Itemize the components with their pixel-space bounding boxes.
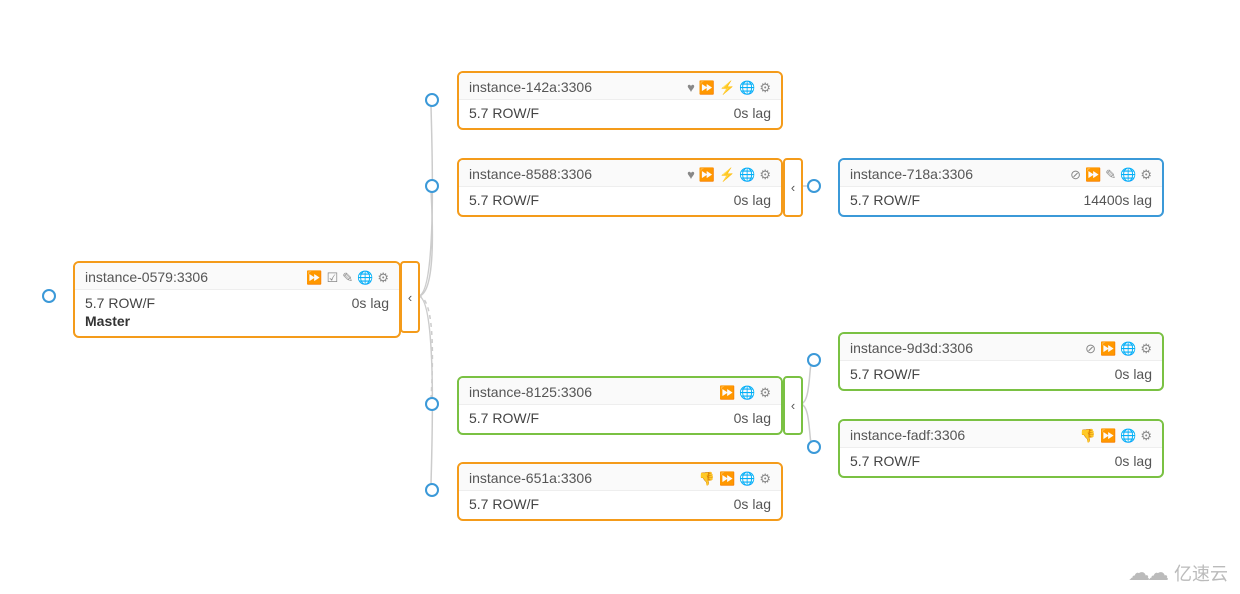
node-651a[interactable]: instance-651a:3306 👎 ⏩ 🌐 ⚙ 5.7 ROW/F 0s lag [457,462,783,521]
node-title: instance-0579:3306 [85,269,208,285]
node-142a[interactable]: instance-142a:3306 ♥ ⏩ ⚡ 🌐 ⚙ 5.7 ROW/F 0s la… [457,71,783,130]
node-718a[interactable]: instance-718a:3306 ⊘ ⏩ ✎ 🌐 ⚙ 5.7 ROW/F 14400… [838,158,1164,217]
node-version: 5.7 ROW/F [850,453,920,469]
gear-icon[interactable]: ⚙ [1140,342,1152,355]
node-8125[interactable]: instance-8125:3306 ⏩ 🌐 ⚙ 5.7 ROW/F 0s lag [457,376,783,435]
node-master[interactable]: instance-0579:3306 ⏩ ☑✎ 🌐 ⚙ 5.7 ROW/F Maste… [73,261,401,338]
chevron-left-icon: ‹ [791,398,795,413]
gear-icon[interactable]: ⚙ [759,472,771,485]
anchor-dot [425,93,439,107]
forward-icon[interactable]: ⏩ [699,81,715,94]
forward-icon[interactable]: ⏩ [719,386,735,399]
forward-icon[interactable]: ⏩ [1100,429,1116,442]
node-icons[interactable]: ⏩ ☑✎ 🌐 ⚙ [306,271,389,284]
node-title: instance-9d3d:3306 [850,340,973,356]
thumbs-down-icon[interactable]: 👎 [699,472,715,485]
node-fadf[interactable]: instance-fadf:3306 👎 ⏩ 🌐 ⚙ 5.7 ROW/F 0s lag [838,419,1164,478]
forward-icon[interactable]: ⏩ [1100,342,1116,355]
pencil-icon[interactable]: ✎ [342,271,353,284]
forward-icon[interactable]: ⏩ [699,168,715,181]
downtime-icon[interactable]: ⚡ [719,81,735,94]
anchor-dot [807,353,821,367]
anchor-dot [807,440,821,454]
node-icons[interactable]: ⊘ ⏩ 🌐 ⚙ [1085,342,1152,355]
stop-icon[interactable]: ⊘ [1070,168,1081,181]
node-lag: 0s lag [352,295,389,311]
node-lag: 0s lag [1115,366,1152,382]
node-title: instance-fadf:3306 [850,427,965,443]
chevron-left-icon: ‹ [408,290,412,305]
node-version: 5.7 ROW/F [469,192,539,208]
gear-icon[interactable]: ⚙ [759,81,771,94]
node-version: 5.7 ROW/F [469,496,539,512]
watermark: ☁☁ 亿速云 [1128,560,1228,586]
node-icons[interactable]: 👎 ⏩ 🌐 ⚙ [699,472,771,485]
node-lag: 14400s lag [1083,192,1152,208]
watermark-text: 亿速云 [1174,560,1228,586]
anchor-dot [425,179,439,193]
node-icons[interactable]: ♥ ⏩ ⚡ 🌐 ⚙ [687,168,771,181]
node-icons[interactable]: ⏩ 🌐 ⚙ [719,386,771,399]
node-lag: 0s lag [1115,453,1152,469]
globe-icon[interactable]: 🌐 [739,168,755,181]
cloud-icon: ☁☁ [1128,560,1166,586]
gear-icon[interactable]: ⚙ [759,168,771,181]
anchor-dot [425,483,439,497]
thumbs-down-icon[interactable]: 👎 [1080,429,1096,442]
globe-icon[interactable]: 🌐 [1120,342,1136,355]
check-edit-icon[interactable]: ☑ [327,271,339,284]
anchor-dot [42,289,56,303]
node-version: 5.7 ROW/F [469,105,539,121]
node-9d3d[interactable]: instance-9d3d:3306 ⊘ ⏩ 🌐 ⚙ 5.7 ROW/F 0s lag [838,332,1164,391]
gear-icon[interactable]: ⚙ [1140,168,1152,181]
forward-icon[interactable]: ⏩ [306,271,322,284]
node-role: Master [85,313,155,329]
forward-icon[interactable]: ⏩ [1085,168,1101,181]
stop-icon[interactable]: ⊘ [1085,342,1096,355]
globe-icon[interactable]: 🌐 [739,386,755,399]
globe-icon[interactable]: 🌐 [739,472,755,485]
node-title: instance-8125:3306 [469,384,592,400]
node-icons[interactable]: 👎 ⏩ 🌐 ⚙ [1080,429,1152,442]
collapse-toggle[interactable]: ‹ [400,261,420,333]
node-title: instance-8588:3306 [469,166,592,182]
collapse-toggle[interactable]: ‹ [783,376,803,435]
node-version: 5.7 ROW/F [469,410,539,426]
node-title: instance-142a:3306 [469,79,592,95]
globe-icon[interactable]: 🌐 [357,271,373,284]
node-lag: 0s lag [734,410,771,426]
node-version: 5.7 ROW/F [850,366,920,382]
forward-icon[interactable]: ⏩ [719,472,735,485]
heart-icon[interactable]: ♥ [687,168,695,181]
node-title: instance-718a:3306 [850,166,973,182]
node-icons[interactable]: ♥ ⏩ ⚡ 🌐 ⚙ [687,81,771,94]
gear-icon[interactable]: ⚙ [377,271,389,284]
node-lag: 0s lag [734,105,771,121]
anchor-dot [425,397,439,411]
node-version: 5.7 ROW/F [85,295,155,311]
node-icons[interactable]: ⊘ ⏩ ✎ 🌐 ⚙ [1070,168,1152,181]
node-lag: 0s lag [734,496,771,512]
heart-icon[interactable]: ♥ [687,81,695,94]
collapse-toggle[interactable]: ‹ [783,158,803,217]
node-lag: 0s lag [734,192,771,208]
node-8588[interactable]: instance-8588:3306 ♥ ⏩ ⚡ 🌐 ⚙ 5.7 ROW/F 0s la… [457,158,783,217]
node-title: instance-651a:3306 [469,470,592,486]
node-version: 5.7 ROW/F [850,192,920,208]
globe-icon[interactable]: 🌐 [1120,168,1136,181]
gear-icon[interactable]: ⚙ [1140,429,1152,442]
pencil-icon[interactable]: ✎ [1105,168,1116,181]
downtime-icon[interactable]: ⚡ [719,168,735,181]
chevron-left-icon: ‹ [791,180,795,195]
globe-icon[interactable]: 🌐 [739,81,755,94]
gear-icon[interactable]: ⚙ [759,386,771,399]
anchor-dot [807,179,821,193]
globe-icon[interactable]: 🌐 [1120,429,1136,442]
